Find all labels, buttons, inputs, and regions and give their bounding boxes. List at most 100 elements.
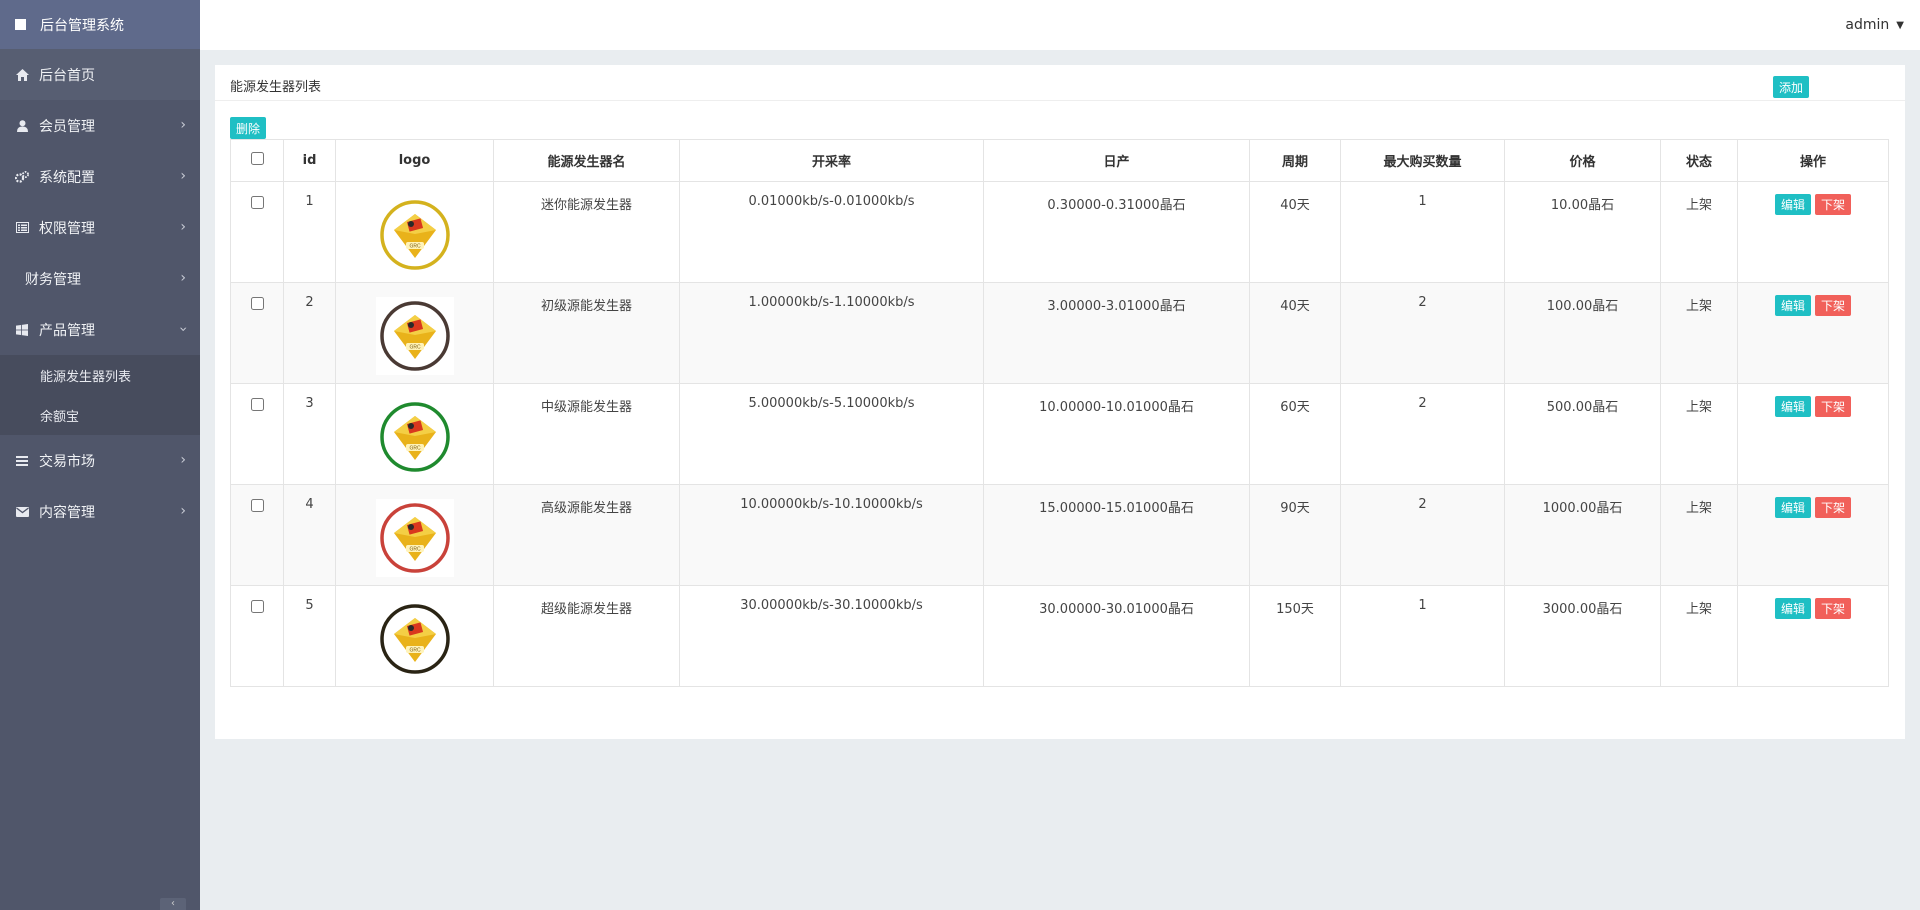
row-checkbox[interactable] [250, 297, 264, 310]
column-header: 价格 [1504, 139, 1661, 182]
caret-down-icon: ▼ [1896, 19, 1904, 31]
generator-logo-icon: GRC [379, 200, 450, 270]
user-icon [15, 119, 29, 132]
sidebar-item-members[interactable]: 会员管理 › [0, 100, 200, 151]
bars-icon [15, 455, 29, 466]
offshelf-button[interactable]: 下架 [1815, 598, 1852, 619]
rate-cell: 30.00000kb/s-30.10000kb/s [679, 585, 984, 687]
sidebar-item-label: 内容管理 [39, 504, 95, 521]
column-header: 周期 [1249, 139, 1341, 182]
actions-cell: 编辑 下架 [1737, 181, 1889, 283]
logo-cell: GRC [335, 484, 494, 586]
status-cell: 上架 [1660, 282, 1738, 384]
offshelf-button[interactable]: 下架 [1815, 396, 1852, 417]
column-header: 开采率 [679, 139, 984, 182]
topbar: admin ▼ [200, 0, 1920, 50]
edit-button[interactable]: 编辑 [1774, 396, 1811, 417]
edit-button[interactable]: 编辑 [1774, 295, 1811, 316]
sidebar-item-label: 交易市场 [39, 453, 95, 470]
price-cell: 100.00晶石 [1504, 282, 1661, 384]
offshelf-button[interactable]: 下架 [1815, 194, 1852, 215]
cycle-cell: 60天 [1249, 383, 1341, 485]
table-row: 3 GRC 中级源能发生器 5.00000kb/s-5.10000kb/s 10… [230, 383, 1889, 485]
username: admin [1845, 17, 1890, 33]
status-cell: 上架 [1660, 585, 1738, 687]
id-cell: 4 [283, 484, 336, 586]
generator-logo-icon: GRC [379, 301, 450, 371]
windows-icon [15, 323, 29, 336]
daily-cell: 3.00000-3.01000晶石 [983, 282, 1250, 384]
max-buy-cell: 1 [1340, 585, 1505, 687]
generator-logo-icon: GRC [379, 503, 450, 573]
column-header: logo [335, 139, 494, 182]
select-all-checkbox[interactable] [250, 152, 264, 165]
user-menu[interactable]: admin ▼ [1845, 17, 1904, 33]
row-select-cell [230, 282, 284, 384]
price-cell: 1000.00晶石 [1504, 484, 1661, 586]
sidebar-item-home[interactable]: 后台首页 [0, 49, 200, 100]
row-checkbox[interactable] [250, 196, 264, 209]
brand[interactable]: 后台管理系统 [0, 0, 200, 49]
rate-cell: 1.00000kb/s-1.10000kb/s [679, 282, 984, 384]
table-header-row: id logo 能源发生器名 开采率 日产 周期 最大购买数量 价格 状态 操作 [230, 139, 1889, 182]
actions-cell: 编辑 下架 [1737, 282, 1889, 384]
sidebar-item-market[interactable]: 交易市场 › [0, 435, 200, 486]
panel-header: 能源发生器列表 添加 [215, 65, 1905, 101]
offshelf-button[interactable]: 下架 [1815, 497, 1852, 518]
id-cell: 1 [283, 181, 336, 283]
edit-button[interactable]: 编辑 [1774, 598, 1811, 619]
sidebar-item-finance[interactable]: 财务管理 › [0, 253, 200, 304]
cycle-cell: 40天 [1249, 282, 1341, 384]
submenu-item-yuebao[interactable]: 余额宝 [0, 395, 200, 435]
sidebar-menu-lower: 交易市场 › 内容管理 › [0, 435, 200, 537]
logo-cell: GRC [335, 282, 494, 384]
select-all-cell [230, 139, 284, 182]
sidebar-menu: 后台首页 会员管理 › 系统配置 › 权限管理 › 财务管理 › 产品管理 › [0, 49, 200, 355]
chevron-right-icon: › [180, 269, 186, 286]
offshelf-button[interactable]: 下架 [1815, 295, 1852, 316]
row-checkbox[interactable] [250, 499, 264, 512]
sidebar-item-permissions[interactable]: 权限管理 › [0, 202, 200, 253]
edit-button[interactable]: 编辑 [1774, 497, 1811, 518]
delete-button[interactable]: 删除 [230, 117, 267, 139]
brand-square-icon [15, 19, 26, 30]
sidebar-item-label: 系统配置 [39, 169, 95, 186]
sidebar-item-products[interactable]: 产品管理 › [0, 304, 200, 355]
name-cell: 中级源能发生器 [493, 383, 680, 485]
column-header: 操作 [1737, 139, 1889, 182]
price-cell: 3000.00晶石 [1504, 585, 1661, 687]
column-header: 日产 [983, 139, 1250, 182]
name-cell: 迷你能源发生器 [493, 181, 680, 283]
chevron-right-icon: › [180, 502, 186, 519]
sidebar-item-label: 产品管理 [39, 322, 95, 339]
row-select-cell [230, 181, 284, 283]
column-header: 状态 [1660, 139, 1738, 182]
rate-cell: 10.00000kb/s-10.10000kb/s [679, 484, 984, 586]
sidebar: 后台管理系统 后台首页 会员管理 › 系统配置 › 权限管理 › 财务管理 › … [0, 0, 200, 910]
add-button[interactable]: 添加 [1773, 76, 1810, 98]
column-header: 最大购买数量 [1340, 139, 1505, 182]
status-cell: 上架 [1660, 181, 1738, 283]
svg-text:GRC: GRC [409, 446, 421, 452]
chevron-down-icon: › [175, 325, 192, 332]
cycle-cell: 40天 [1249, 181, 1341, 283]
daily-cell: 30.00000-30.01000晶石 [983, 585, 1250, 687]
content-panel: 能源发生器列表 添加 删除 id logo 能源发生器名 开采率 日产 周期 最… [215, 65, 1905, 739]
actions-cell: 编辑 下架 [1737, 585, 1889, 687]
column-header: id [283, 139, 336, 182]
sidebar-item-content[interactable]: 内容管理 › [0, 486, 200, 537]
chevron-right-icon: › [180, 167, 186, 184]
daily-cell: 15.00000-15.01000晶石 [983, 484, 1250, 586]
sidebar-item-label: 会员管理 [39, 118, 95, 135]
name-cell: 初级源能发生器 [493, 282, 680, 384]
status-cell: 上架 [1660, 383, 1738, 485]
sidebar-collapse-button[interactable]: ‹ [160, 898, 186, 910]
list-alt-icon [15, 222, 29, 233]
edit-button[interactable]: 编辑 [1774, 194, 1811, 215]
submenu-item-generator-list[interactable]: 能源发生器列表 [0, 355, 200, 395]
row-checkbox[interactable] [250, 398, 264, 411]
sidebar-item-system-config[interactable]: 系统配置 › [0, 151, 200, 202]
generator-logo-icon: GRC [379, 604, 450, 674]
chevron-right-icon: › [180, 116, 186, 133]
row-checkbox[interactable] [250, 600, 264, 613]
